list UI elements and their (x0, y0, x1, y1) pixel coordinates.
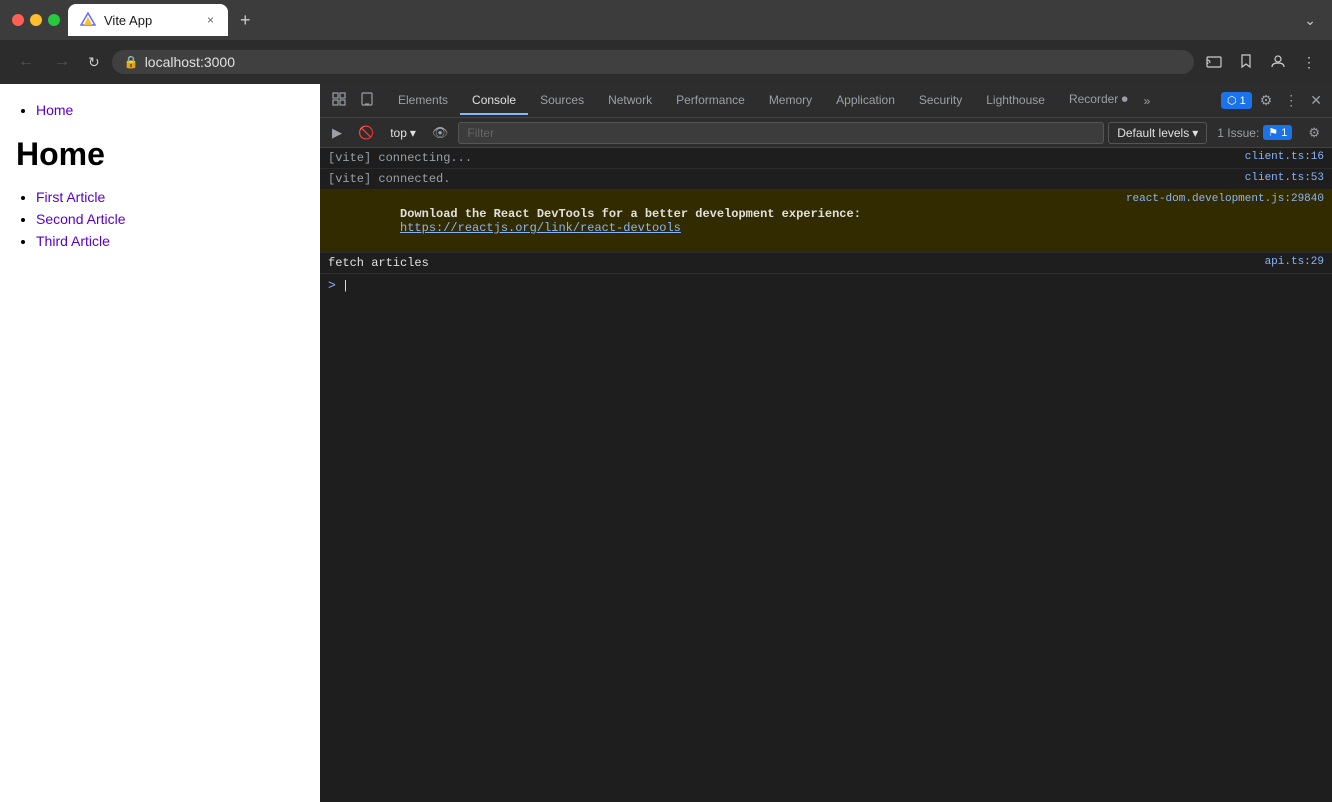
url-text: localhost:3000 (145, 54, 1182, 70)
tab-bar: Vite App × + (68, 4, 1292, 36)
title-bar: Vite App × + ⌄ (0, 0, 1332, 40)
devtools-topbar-right: ⬡ 1 ⚙ ⋮ ✕ (1215, 88, 1332, 113)
active-tab[interactable]: Vite App × (68, 4, 228, 36)
console-message: fetch articles (328, 256, 1144, 270)
tab-close-button[interactable]: × (205, 13, 216, 27)
context-selector[interactable]: top ▾ (384, 123, 422, 143)
second-article-link[interactable]: Second Article (36, 211, 126, 227)
console-source[interactable]: react-dom.development.js:29840 (1126, 193, 1324, 205)
clear-console-button[interactable]: 🚫 (352, 122, 380, 144)
console-line: [vite] connecting... client.ts:16 (320, 148, 1332, 169)
nav-bar: ← → ↻ 🔒 localhost:3000 (0, 40, 1332, 84)
address-bar[interactable]: 🔒 localhost:3000 (112, 50, 1194, 74)
tab-console[interactable]: Console (460, 87, 528, 115)
console-output: [vite] connecting... client.ts:16 [vite]… (320, 148, 1332, 802)
tab-memory[interactable]: Memory (757, 87, 824, 115)
console-cursor: | (342, 279, 349, 293)
bookmark-icon-button[interactable] (1234, 49, 1258, 76)
devtools-topbar: Elements Console Sources Network Perform… (320, 84, 1332, 118)
run-button[interactable]: ▶ (326, 122, 348, 144)
webpage-heading: Home (16, 136, 304, 173)
first-article-link[interactable]: First Article (36, 189, 105, 205)
third-article-link[interactable]: Third Article (36, 233, 110, 249)
article-list: First Article Second Article Third Artic… (16, 189, 304, 251)
frames-badge: ⬡ 1 (1221, 92, 1252, 109)
tab-list-chevron[interactable]: ⌄ (1300, 8, 1320, 33)
console-source[interactable]: client.ts:53 (1144, 172, 1324, 184)
console-input-row: > | (320, 274, 1332, 297)
tab-performance[interactable]: Performance (664, 87, 757, 115)
tab-strip-right: ⌄ (1300, 8, 1320, 33)
frames-icon: ⬡ (1227, 94, 1237, 107)
tab-elements[interactable]: Elements (386, 87, 460, 115)
eye-button[interactable]: 👁 (426, 122, 455, 144)
tab-application[interactable]: Application (824, 87, 907, 115)
levels-arrow: ▾ (1192, 126, 1198, 140)
devtools-close-button[interactable]: ✕ (1306, 88, 1326, 113)
traffic-lights (12, 14, 60, 26)
console-prompt: > (328, 278, 336, 293)
console-source[interactable]: api.ts:29 (1144, 256, 1324, 268)
context-arrow: ▾ (410, 126, 416, 140)
tab-recorder[interactable]: Recorder ⏺ (1057, 86, 1140, 115)
tab-network[interactable]: Network (596, 87, 664, 115)
minimize-traffic-light[interactable] (30, 14, 42, 26)
cast-icon-button[interactable] (1202, 49, 1226, 76)
filter-input[interactable] (458, 122, 1104, 144)
webpage-nav: Home (16, 102, 304, 120)
main-layout: Home Home First Article Second Article T… (0, 84, 1332, 802)
tab-sources[interactable]: Sources (528, 87, 596, 115)
reload-button[interactable]: ↻ (84, 50, 104, 75)
inspect-element-button[interactable] (326, 88, 352, 113)
device-toolbar-button[interactable] (354, 88, 380, 113)
issue-count-badge: ⚑ 1 (1263, 125, 1292, 140)
more-tabs-button[interactable]: » (1140, 88, 1155, 114)
devtools-tabs: Elements Console Sources Network Perform… (386, 86, 1215, 115)
console-source[interactable]: client.ts:16 (1144, 151, 1324, 163)
console-message: Download the React DevTools for a better… (328, 193, 1126, 249)
tab-favicon (80, 12, 96, 28)
console-message: [vite] connecting... (328, 151, 1144, 165)
levels-selector[interactable]: Default levels ▾ (1108, 122, 1207, 144)
back-button[interactable]: ← (12, 49, 40, 75)
issue-count: 1 Issue: ⚑ 1 (1211, 125, 1298, 140)
webpage-content: Home Home First Article Second Article T… (0, 84, 320, 802)
more-options-button[interactable]: ⋮ (1298, 50, 1320, 75)
list-item: First Article (36, 189, 304, 207)
lock-icon: 🔒 (124, 55, 139, 69)
devtools-panel: Elements Console Sources Network Perform… (320, 84, 1332, 802)
maximize-traffic-light[interactable] (48, 14, 60, 26)
devtools-icons-left (320, 88, 386, 113)
list-item: Second Article (36, 211, 304, 229)
console-message: [vite] connected. (328, 172, 1144, 186)
context-label: top (390, 126, 407, 140)
new-tab-button[interactable]: + (232, 6, 259, 35)
devtools-toolbar: ▶ 🚫 top ▾ 👁 Default levels ▾ 1 Issue: ⚑ … (320, 118, 1332, 148)
devtools-settings-button[interactable]: ⚙ (1256, 88, 1277, 113)
console-settings-button[interactable]: ⚙ (1302, 122, 1326, 144)
console-line: fetch articles api.ts:29 (320, 253, 1332, 274)
react-devtools-link[interactable]: https://reactjs.org/link/react-devtools (400, 221, 681, 235)
close-traffic-light[interactable] (12, 14, 24, 26)
levels-label: Default levels (1117, 126, 1189, 140)
devtools-more-button[interactable]: ⋮ (1280, 88, 1302, 113)
tab-title: Vite App (104, 13, 197, 28)
nav-home-link[interactable]: Home (36, 102, 73, 118)
profile-icon-button[interactable] (1266, 49, 1290, 76)
frames-count: 1 (1240, 95, 1246, 107)
tab-security[interactable]: Security (907, 87, 974, 115)
nav-icons: ⋮ (1202, 49, 1320, 76)
console-line-warn: Download the React DevTools for a better… (320, 190, 1332, 253)
forward-button[interactable]: → (48, 49, 76, 75)
console-line: [vite] connected. client.ts:53 (320, 169, 1332, 190)
issue-count-label: 1 Issue: (1217, 126, 1259, 140)
list-item: Third Article (36, 233, 304, 251)
tab-lighthouse[interactable]: Lighthouse (974, 87, 1057, 115)
